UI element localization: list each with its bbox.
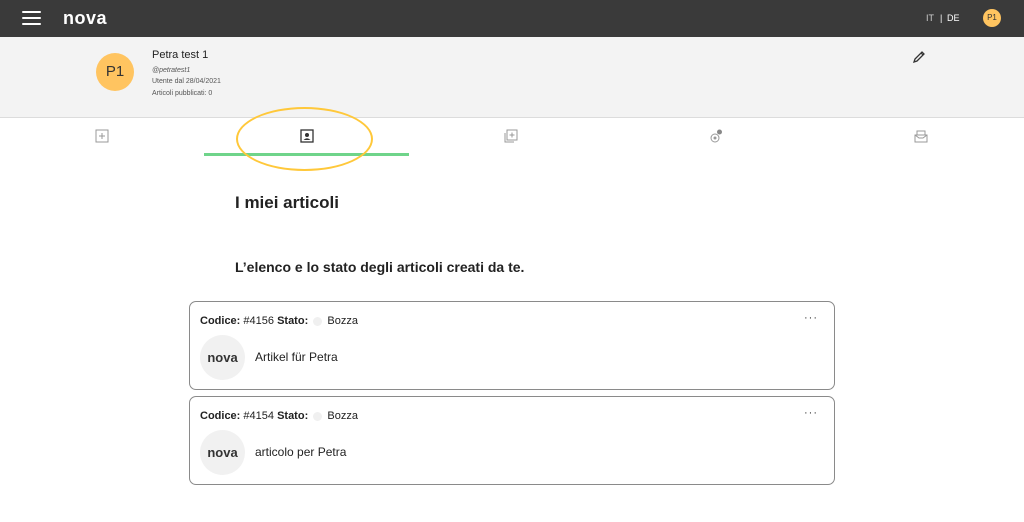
language-separator: | [940, 13, 943, 23]
status-label: Stato: [277, 410, 309, 422]
status-dot-icon [313, 411, 323, 421]
article-card[interactable]: Codice: #4156 Stato: Bozza ··· nova Arti… [189, 301, 835, 390]
language-de[interactable]: DE [947, 13, 960, 23]
tab-my-articles[interactable] [204, 118, 409, 156]
article-card[interactable]: Codice: #4154 Stato: Bozza ··· nova arti… [189, 396, 835, 485]
status-label: Stato: [277, 315, 309, 327]
tab-inbox[interactable] [819, 118, 1024, 156]
tab-badges[interactable] [614, 118, 819, 156]
status-dot-icon [313, 316, 323, 326]
article-status: Bozza [327, 410, 358, 422]
user-avatar[interactable]: P1 [983, 9, 1001, 27]
hamburger-menu-icon[interactable] [22, 11, 41, 26]
article-title[interactable]: articolo per Petra [255, 445, 346, 459]
profile-header: P1 Petra test 1 @petratest1 Utente dal 2… [0, 37, 1024, 118]
article-status: Bozza [327, 315, 358, 327]
add-square-icon [95, 129, 109, 143]
language-it[interactable]: IT [926, 13, 934, 23]
profile-member-since: Utente dal 28/04/2021 [152, 78, 221, 85]
article-logo: nova [200, 335, 245, 380]
add-gallery-icon [504, 129, 518, 143]
tab-new-article[interactable] [0, 118, 205, 156]
more-options-icon[interactable]: ··· [804, 407, 818, 419]
more-options-icon[interactable]: ··· [804, 312, 818, 324]
profile-card-icon [300, 129, 314, 143]
article-code: #4156 [243, 315, 274, 327]
nova-logo[interactable]: nova [63, 8, 107, 29]
article-logo: nova [200, 430, 245, 475]
profile-name: Petra test 1 [152, 49, 209, 61]
article-code: #4154 [243, 410, 274, 422]
article-meta: Codice: #4156 Stato: Bozza [200, 315, 358, 327]
profile-avatar: P1 [96, 53, 134, 91]
code-label: Codice: [200, 410, 241, 422]
code-label: Codice: [200, 315, 241, 327]
badge-medal-icon [710, 129, 722, 143]
page-title: I miei articoli [235, 193, 339, 212]
article-title[interactable]: Artikel für Petra [255, 350, 338, 364]
page-subtitle: L’elenco e lo stato degli articoli creat… [235, 259, 525, 275]
profile-articles-count: Articoli pubblicati: 0 [152, 90, 213, 97]
article-meta: Codice: #4154 Stato: Bozza [200, 410, 358, 422]
pencil-icon[interactable] [912, 50, 926, 64]
tab-gallery[interactable] [409, 118, 614, 156]
top-navigation-bar: nova IT | DE P1 [0, 0, 1024, 37]
inbox-tray-icon [914, 130, 928, 143]
profile-handle: @petratest1 [152, 67, 191, 74]
profile-tabs [0, 118, 1024, 156]
